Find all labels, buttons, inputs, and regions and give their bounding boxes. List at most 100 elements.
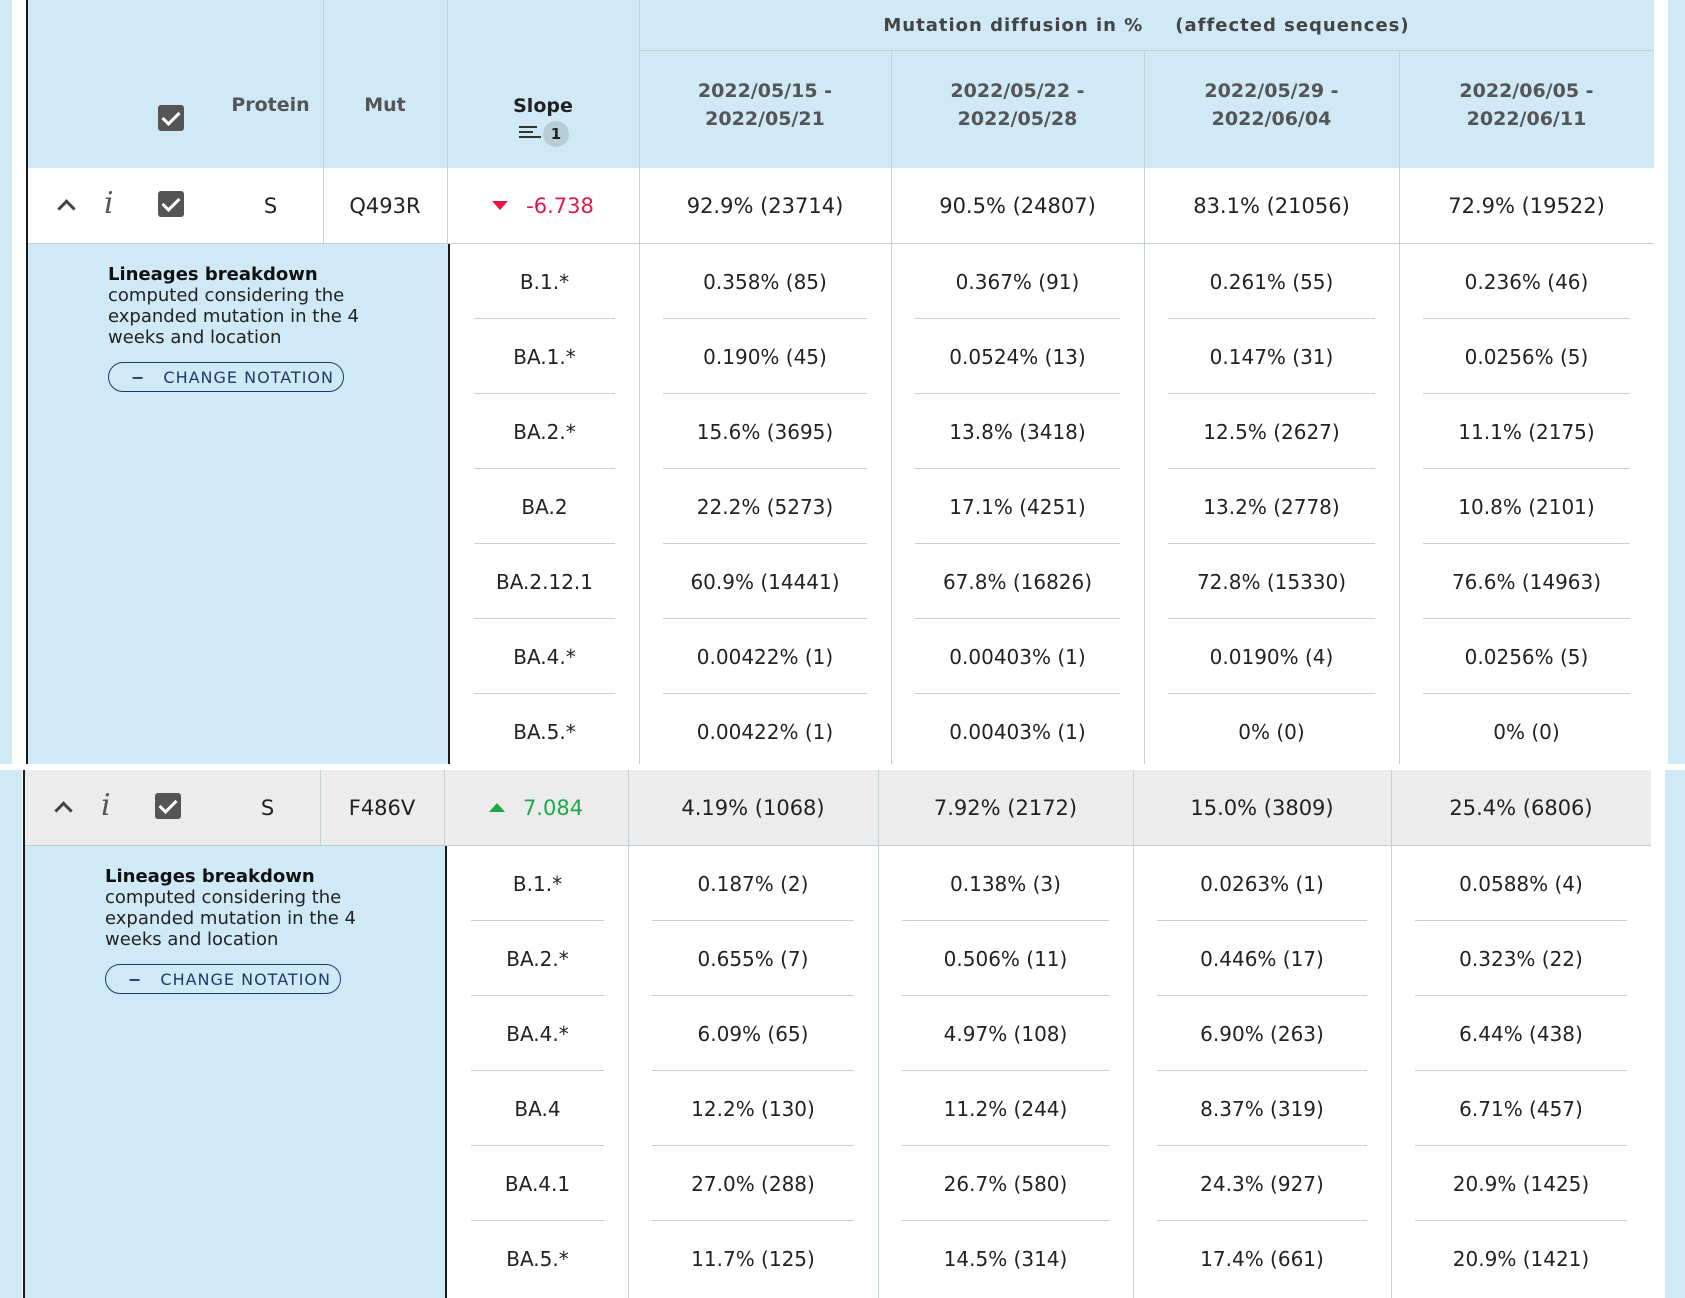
lineage-value-week-2: 0.367% (91) [955,269,1080,294]
lineage-name: BA.2.* [506,946,569,971]
lineage-row: B.1.* 0.358% (85) 0.367% (91) 0.261% (55) 0.… [28,244,1654,319]
lineage-name: BA.2 [521,494,568,519]
lineage-value-week-4: 0.0256% (5) [1464,344,1589,369]
lineage-value-week-1: 0.358% (85) [703,269,827,294]
left-margin [0,0,12,764]
collapse-chevron-up-icon[interactable] [57,199,76,218]
lineage-row: BA.1.* 0.190% (45) 0.0524% (13) 0.147% (31)… [28,319,1654,394]
slope-value: -6.738 [526,193,594,218]
lineage-value-week-3: 72.8% (15330) [1196,569,1347,594]
lineage-row: BA.4 12.2% (130) 11.2% (244) 8.37% (319) 6.7… [25,1071,1651,1146]
lineage-row: BA.2.12.1 60.9% (14441) 67.8% (16826) 72.8%… [28,544,1654,619]
week-header-1: 2022/05/15 -2022/05/21 [697,80,833,130]
lineage-value-week-2: 0.0524% (13) [949,344,1086,369]
lineage-value-week-3: 12.5% (2627) [1203,419,1340,444]
lineage-value-week-3: 0.0190% (4) [1209,644,1334,669]
sort-icon[interactable] [519,126,541,141]
row-checkbox[interactable] [155,793,181,819]
lineage-value-week-2: 26.7% (580) [943,1171,1068,1196]
lineage-value-week-2: 17.1% (4251) [949,494,1086,519]
lineage-value-week-3: 0.446% (17) [1200,946,1324,971]
table-header: Mutation diffusion in % (affected sequen… [28,0,1654,168]
lineage-value-week-4: 11.1% (2175) [1458,419,1595,444]
lineage-value-week-1: 27.0% (288) [691,1171,815,1196]
lineage-value-week-1: 0.190% (45) [703,344,827,369]
lineage-value-week-3: 8.37% (319) [1200,1096,1324,1121]
group-header-title: Mutation diffusion in % [883,14,1144,36]
lineage-row: BA.5.* 0.00422% (1) 0.00403% (1) 0% (0) 0% (… [28,694,1654,764]
right-margin [1668,0,1685,764]
week-value-4: 72.9% (19522) [1448,193,1605,218]
lineage-name: BA.5.* [506,1246,569,1271]
lineage-value-week-3: 0.261% (55) [1209,269,1334,294]
lineage-value-week-2: 67.8% (16826) [942,569,1093,594]
lineage-value-week-2: 14.5% (314) [943,1246,1068,1271]
lineage-value-week-1: 0.00422% (1) [696,719,834,744]
lineage-name: BA.1.* [513,344,576,369]
group-header-subtitle: (affected sequences) [1175,14,1410,36]
lineage-value-week-4: 20.9% (1425) [1452,1171,1590,1196]
lineage-value-week-4: 0.0588% (4) [1459,871,1583,896]
mut-cell: Q493R [349,193,421,218]
lineage-name: B.1.* [519,269,570,294]
week-value-1: 4.19% (1068) [681,795,825,820]
slope-cell: 7.084 [444,770,628,845]
lineage-value-week-2: 13.8% (3418) [949,419,1086,444]
lineage-value-week-3: 0% (0) [1238,719,1305,744]
lineage-value-week-4: 0% (0) [1493,719,1560,744]
lineage-value-week-2: 0.506% (11) [943,946,1068,971]
week-value-4: 25.4% (6806) [1449,795,1593,820]
mutation-table: i S F486V 7.084 4.19% (1068) 7.92% (2172… [25,770,1651,1298]
lineage-row: BA.4.* 6.09% (65) 4.97% (108) 6.90% (263) 6.… [25,996,1651,1071]
week-value-2: 7.92% (2172) [933,795,1078,820]
lineage-value-week-4: 0.236% (46) [1464,269,1589,294]
slope-column-header[interactable]: Slope [447,92,639,120]
lineage-value-week-3: 0.147% (31) [1209,344,1334,369]
mut-cell: F486V [348,795,416,820]
select-all-checkbox[interactable] [158,105,184,131]
lineage-value-week-1: 0.655% (7) [697,946,809,971]
lineage-row: BA.5.* 11.7% (125) 14.5% (314) 17.4% (661) 2… [25,1221,1651,1296]
lineage-value-week-4: 76.6% (14963) [1451,569,1602,594]
lineage-value-week-3: 6.90% (263) [1200,1021,1324,1046]
protein-column-header[interactable]: Protein [218,90,323,120]
week-header-4: 2022/06/05 -2022/06/11 [1459,80,1594,130]
week-value-2: 90.5% (24807) [939,193,1096,218]
lineage-name: BA.4 [514,1096,561,1121]
lineage-value-week-3: 24.3% (927) [1200,1171,1324,1196]
lineage-value-week-1: 11.7% (125) [691,1246,815,1271]
right-margin [1665,770,1685,1298]
lineage-name: B.1.* [512,871,563,896]
mutation-row-f486v[interactable]: i S F486V 7.084 4.19% (1068) 7.92% (2172… [25,770,1651,846]
slope-value: 7.084 [522,795,584,820]
lineage-name: BA.2.* [513,419,576,444]
lineage-row: BA.2.* 15.6% (3695) 13.8% (3418) 12.5% (262… [28,394,1654,469]
lineage-row: BA.2.* 0.655% (7) 0.506% (11) 0.446% (17) 0.… [25,921,1651,996]
group-header: Mutation diffusion in % (affected sequen… [639,0,1654,50]
lineage-value-week-1: 22.2% (5273) [696,494,834,519]
lineage-value-week-4: 10.8% (2101) [1458,494,1595,519]
lineage-name: BA.4.* [506,1021,569,1046]
mut-column-header[interactable]: Mut [323,90,447,120]
week-header-2: 2022/05/22 -2022/05/28 [950,80,1085,130]
lineage-row: BA.4.1 27.0% (288) 26.7% (580) 24.3% (927) 2… [25,1146,1651,1221]
info-icon[interactable]: i [101,788,111,823]
lineage-value-week-2: 4.97% (108) [943,1021,1068,1046]
lineage-name: BA.5.* [513,719,576,744]
table-panel-top: Mutation diffusion in % (affected sequen… [0,0,1685,764]
lineage-value-week-4: 6.71% (457) [1459,1096,1583,1121]
lineage-value-week-2: 0.00403% (1) [949,644,1086,669]
protein-cell: S [263,193,278,218]
triangle-down-icon [492,201,509,210]
row-checkbox[interactable] [158,191,184,217]
mutation-row-q493r[interactable]: i S Q493R -6.738 92.9% (23714) 90.5% (24… [28,168,1654,244]
triangle-up-icon [488,803,505,812]
lineage-value-week-3: 17.4% (661) [1200,1246,1324,1271]
lineage-value-week-4: 6.44% (438) [1459,1021,1583,1046]
left-margin [0,770,22,1298]
lineage-value-week-1: 0.00422% (1) [696,644,834,669]
info-icon[interactable]: i [104,186,114,221]
lineage-row: B.1.* 0.187% (2) 0.138% (3) 0.0263% (1) 0.05… [25,846,1651,921]
collapse-chevron-up-icon[interactable] [54,801,73,820]
lineage-name: BA.2.12.1 [495,569,594,594]
